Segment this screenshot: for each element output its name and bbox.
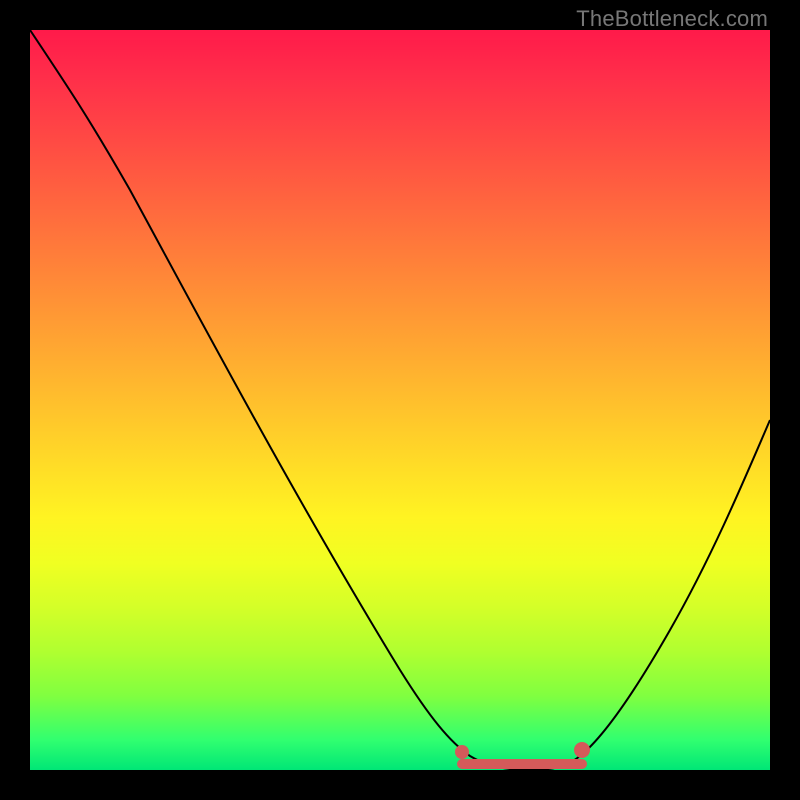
optimal-start-dot — [455, 745, 469, 759]
optimal-end-dot — [574, 742, 590, 758]
curve-svg — [30, 30, 770, 770]
bottleneck-curve — [30, 30, 770, 770]
chart-container: TheBottleneck.com — [0, 0, 800, 800]
plot-area — [30, 30, 770, 770]
watermark-text: TheBottleneck.com — [576, 6, 768, 32]
